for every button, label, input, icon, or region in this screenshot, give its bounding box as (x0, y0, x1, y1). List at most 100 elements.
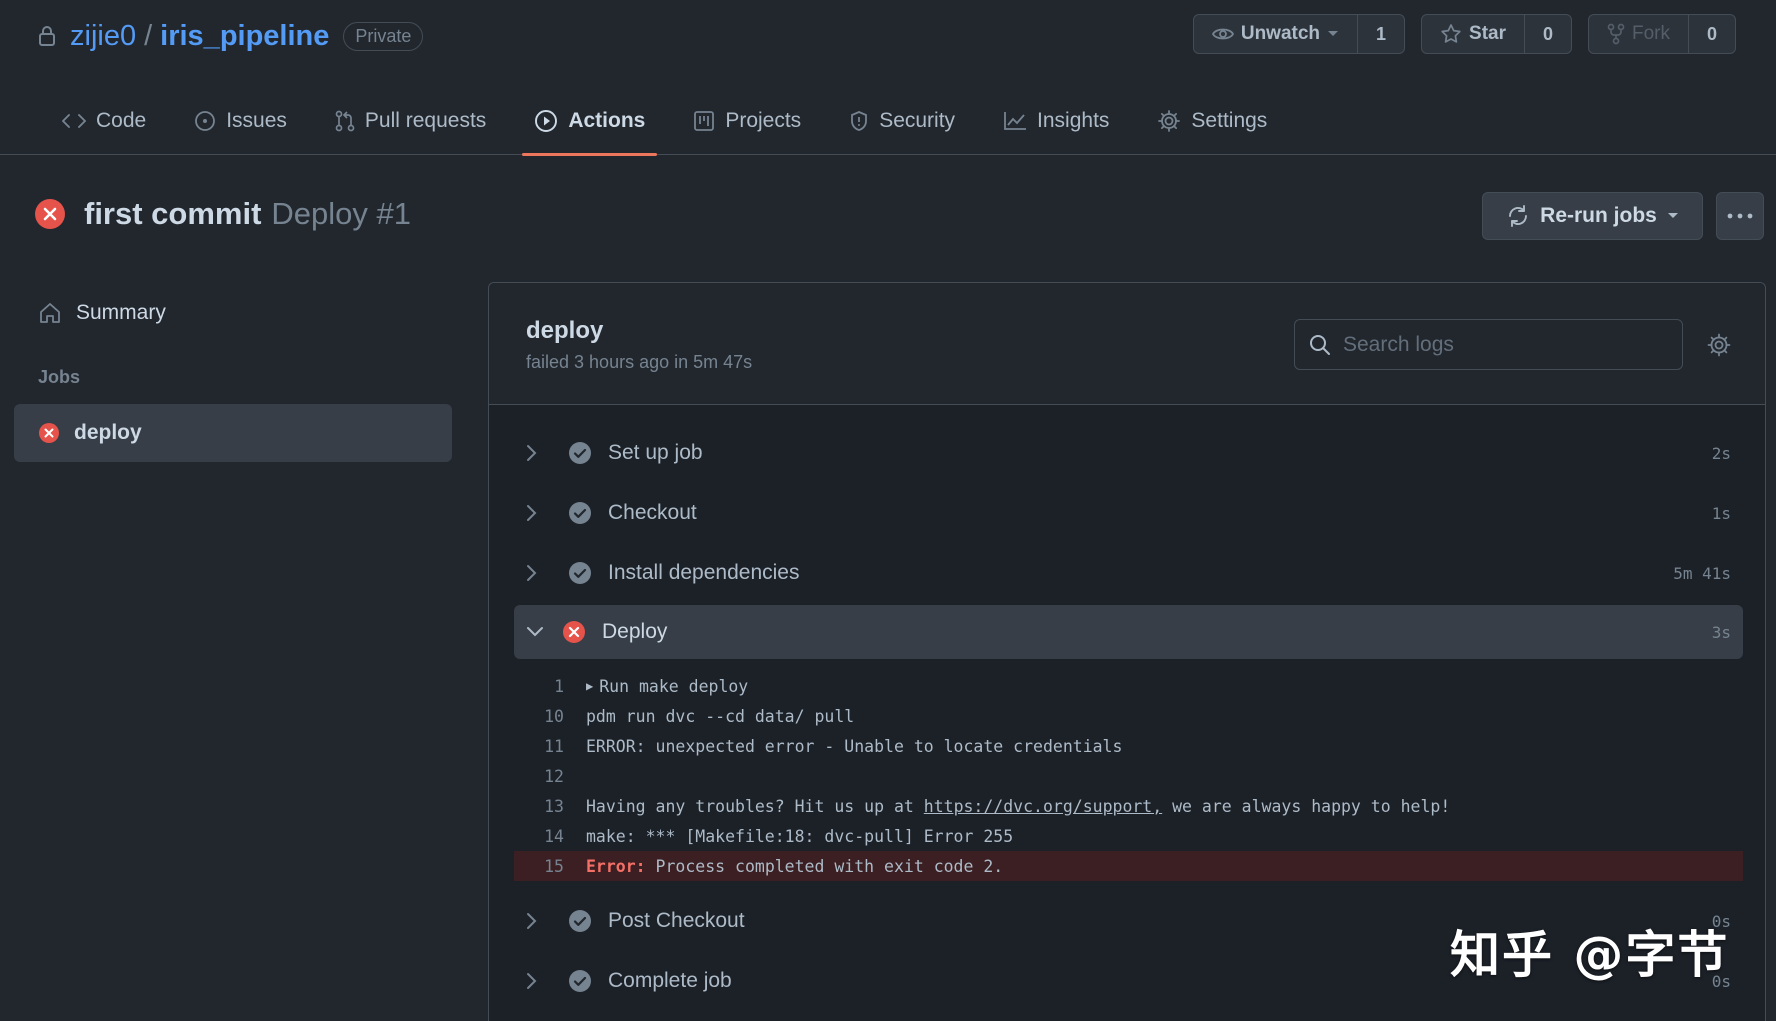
job-status-meta: failed 3 hours ago in 5m 47s (526, 352, 753, 372)
more-options-button[interactable] (1716, 192, 1764, 240)
fork-count[interactable]: 0 (1689, 15, 1735, 53)
gear-icon (1157, 109, 1181, 133)
line-number: 14 (544, 826, 564, 846)
repo-action-buttons: Unwatch 1 Star 0 Fork 0 (1192, 14, 1736, 54)
rerun-jobs-button[interactable]: Re-run jobs (1482, 192, 1703, 240)
unwatch-button[interactable]: Unwatch (1194, 15, 1359, 53)
job-log-panel: deploy failed 3 hours ago in 5m 47s Set … (488, 282, 1766, 1021)
failure-icon (562, 620, 586, 644)
tab-code[interactable]: Code (50, 86, 158, 155)
chevron-right-icon (526, 444, 550, 462)
watch-count[interactable]: 1 (1358, 15, 1404, 53)
repo-name-link[interactable]: iris_pipeline (160, 20, 329, 53)
step-set-up-job[interactable]: Set up job 2s (514, 423, 1743, 483)
zhihu-watermark: 知乎 @字节 (1450, 926, 1730, 984)
pull-request-icon (335, 110, 355, 132)
rerun-jobs-label: Re-run jobs (1540, 204, 1657, 227)
chevron-down-icon (526, 626, 550, 638)
log-text: ERROR: unexpected error - Unable to loca… (586, 736, 1123, 756)
line-number: 12 (544, 766, 564, 786)
line-number: 15 (544, 856, 564, 876)
tab-projects[interactable]: Projects (681, 86, 813, 155)
home-icon (38, 301, 62, 325)
dvc-support-link[interactable]: https://dvc.org/support, (924, 797, 1162, 816)
step-install-dependencies[interactable]: Install dependencies 5m 41s (514, 543, 1743, 603)
run-commit-title: first commit (84, 196, 262, 231)
fork-button[interactable]: Fork (1589, 15, 1689, 53)
code-icon (62, 112, 86, 130)
failure-icon (38, 422, 60, 444)
log-line: 12 (514, 761, 1743, 791)
check-circle-icon (568, 441, 592, 465)
star-count[interactable]: 0 (1525, 15, 1571, 53)
sidebar-jobs-heading: Jobs (38, 366, 81, 387)
log-text: pdm run dvc --cd data/ pull (586, 706, 855, 726)
tab-security[interactable]: Security (837, 86, 967, 155)
fork-button-group: Fork 0 (1588, 14, 1736, 54)
chevron-right-icon (526, 504, 550, 522)
step-checkout[interactable]: Checkout 1s (514, 483, 1743, 543)
run-sidebar: Summary Jobs deploy (14, 284, 452, 462)
sync-icon (1506, 204, 1530, 228)
graph-icon (1003, 111, 1027, 131)
job-header: deploy failed 3 hours ago in 5m 47s (489, 283, 1765, 405)
tab-issues[interactable]: Issues (182, 86, 299, 155)
check-circle-icon (568, 969, 592, 993)
step-name: Complete job (608, 969, 732, 992)
step-name: Checkout (608, 501, 697, 524)
line-number: 13 (544, 796, 564, 816)
check-circle-icon (568, 909, 592, 933)
repo-header: zijie0 / iris_pipeline Private (38, 16, 424, 56)
tab-pulls-label: Pull requests (364, 108, 487, 132)
step-name: Deploy (602, 620, 668, 643)
log-line: 14 make: *** [Makefile:18: dvc-pull] Err… (514, 821, 1743, 851)
job-name: deploy (526, 317, 604, 344)
repo-owner-link[interactable]: zijie0 (70, 20, 136, 53)
star-button[interactable]: Star (1422, 15, 1525, 53)
tab-pull-requests[interactable]: Pull requests (323, 86, 498, 155)
step-log: 1 ▶ Run make deploy 10 pdm run dvc --cd … (514, 671, 1743, 881)
log-line: 10 pdm run dvc --cd data/ pull (514, 701, 1743, 731)
tab-settings[interactable]: Settings (1145, 86, 1279, 155)
log-text: make: *** [Makefile:18: dvc-pull] Error … (586, 826, 1014, 846)
tab-insights[interactable]: Insights (991, 86, 1121, 155)
project-board-icon (693, 110, 715, 132)
run-title: first commit Deploy #1 (34, 196, 411, 232)
tab-insights-label: Insights (1037, 108, 1110, 132)
play-circle-icon (534, 109, 558, 133)
search-logs-input[interactable] (1343, 332, 1663, 357)
log-line[interactable]: 1 ▶ Run make deploy (514, 671, 1743, 701)
step-duration: 5m 41s (1673, 563, 1731, 583)
step-name: Post Checkout (608, 909, 745, 932)
caret-down-icon (1667, 212, 1679, 220)
fork-icon (1607, 23, 1625, 45)
sidebar-summary-label: Summary (76, 301, 166, 324)
failure-icon (34, 198, 66, 230)
gear-icon (1707, 333, 1731, 357)
star-label: Star (1469, 23, 1506, 44)
kebab-horizontal-icon (1727, 213, 1753, 219)
log-settings-button[interactable] (1707, 333, 1731, 357)
shield-icon (849, 110, 869, 132)
visibility-badge: Private (343, 21, 424, 51)
eye-icon (1211, 26, 1234, 42)
tab-settings-label: Settings (1191, 108, 1268, 132)
fork-label: Fork (1632, 23, 1670, 44)
line-number: 10 (544, 706, 564, 726)
step-name: Install dependencies (608, 561, 800, 584)
tab-security-label: Security (879, 108, 956, 132)
tab-actions[interactable]: Actions (522, 86, 658, 156)
repo-separator: / (144, 19, 153, 52)
triangle-right-icon[interactable]: ▶ (586, 679, 593, 693)
lock-icon (38, 25, 56, 47)
step-duration: 2s (1711, 443, 1731, 463)
sidebar-item-deploy[interactable]: deploy (14, 404, 452, 462)
step-deploy[interactable]: Deploy 3s (514, 605, 1743, 659)
error-keyword: Error: (586, 856, 646, 876)
log-text: Run make deploy (599, 676, 749, 696)
log-text: we are always happy to help! (1162, 796, 1451, 816)
sidebar-item-summary[interactable]: Summary (14, 284, 452, 342)
issue-icon (194, 110, 216, 132)
tab-actions-label: Actions (568, 108, 646, 132)
step-duration: 3s (1711, 622, 1731, 642)
